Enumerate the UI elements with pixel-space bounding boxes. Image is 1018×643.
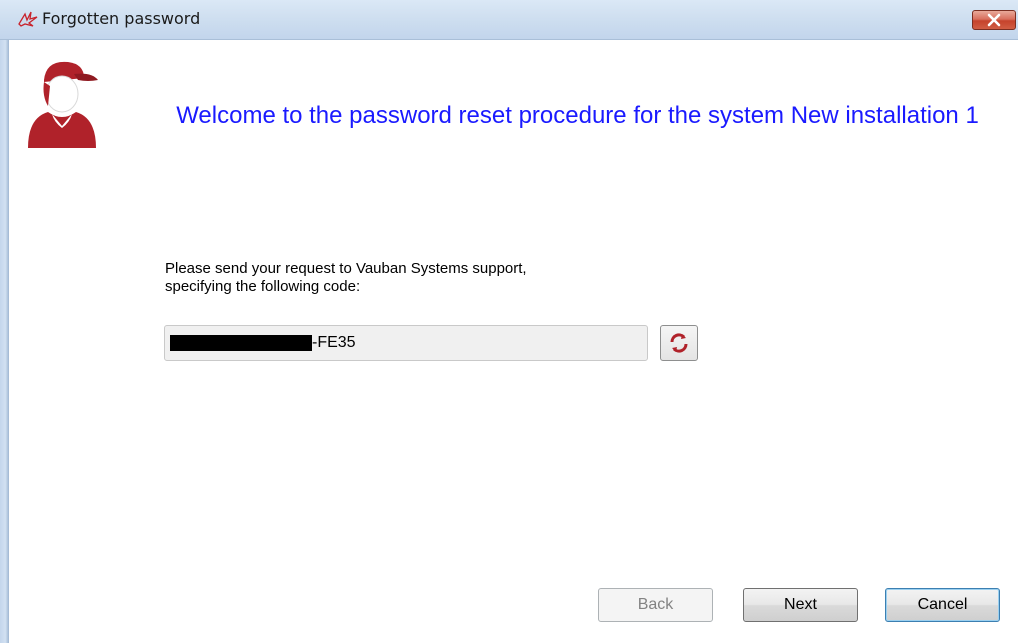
- instruction-text: Please send your request to Vauban Syste…: [165, 260, 725, 296]
- next-button[interactable]: Next: [743, 588, 858, 622]
- title-bar[interactable]: Forgotten password: [0, 0, 1018, 40]
- close-button[interactable]: [972, 10, 1016, 30]
- support-agent-icon: [22, 56, 106, 152]
- forgotten-password-dialog: Forgotten password Welcome to the passwo…: [0, 0, 1018, 643]
- instruction-line-1: Please send your request to Vauban Syste…: [165, 260, 527, 277]
- refresh-code-button[interactable]: [660, 325, 698, 361]
- window-frame-left: [0, 40, 9, 643]
- vauban-logo-icon: [18, 10, 38, 28]
- cancel-button[interactable]: Cancel: [885, 588, 1000, 622]
- back-button[interactable]: Back: [598, 588, 713, 622]
- window-title: Forgotten password: [42, 9, 201, 28]
- instruction-line-2: specifying the following code:: [165, 278, 361, 295]
- request-code-suffix: -FE35: [312, 334, 356, 351]
- redacted-code-block: [170, 335, 312, 351]
- welcome-heading: Welcome to the password reset procedure …: [176, 102, 979, 129]
- request-code-field[interactable]: -FE35: [164, 325, 648, 361]
